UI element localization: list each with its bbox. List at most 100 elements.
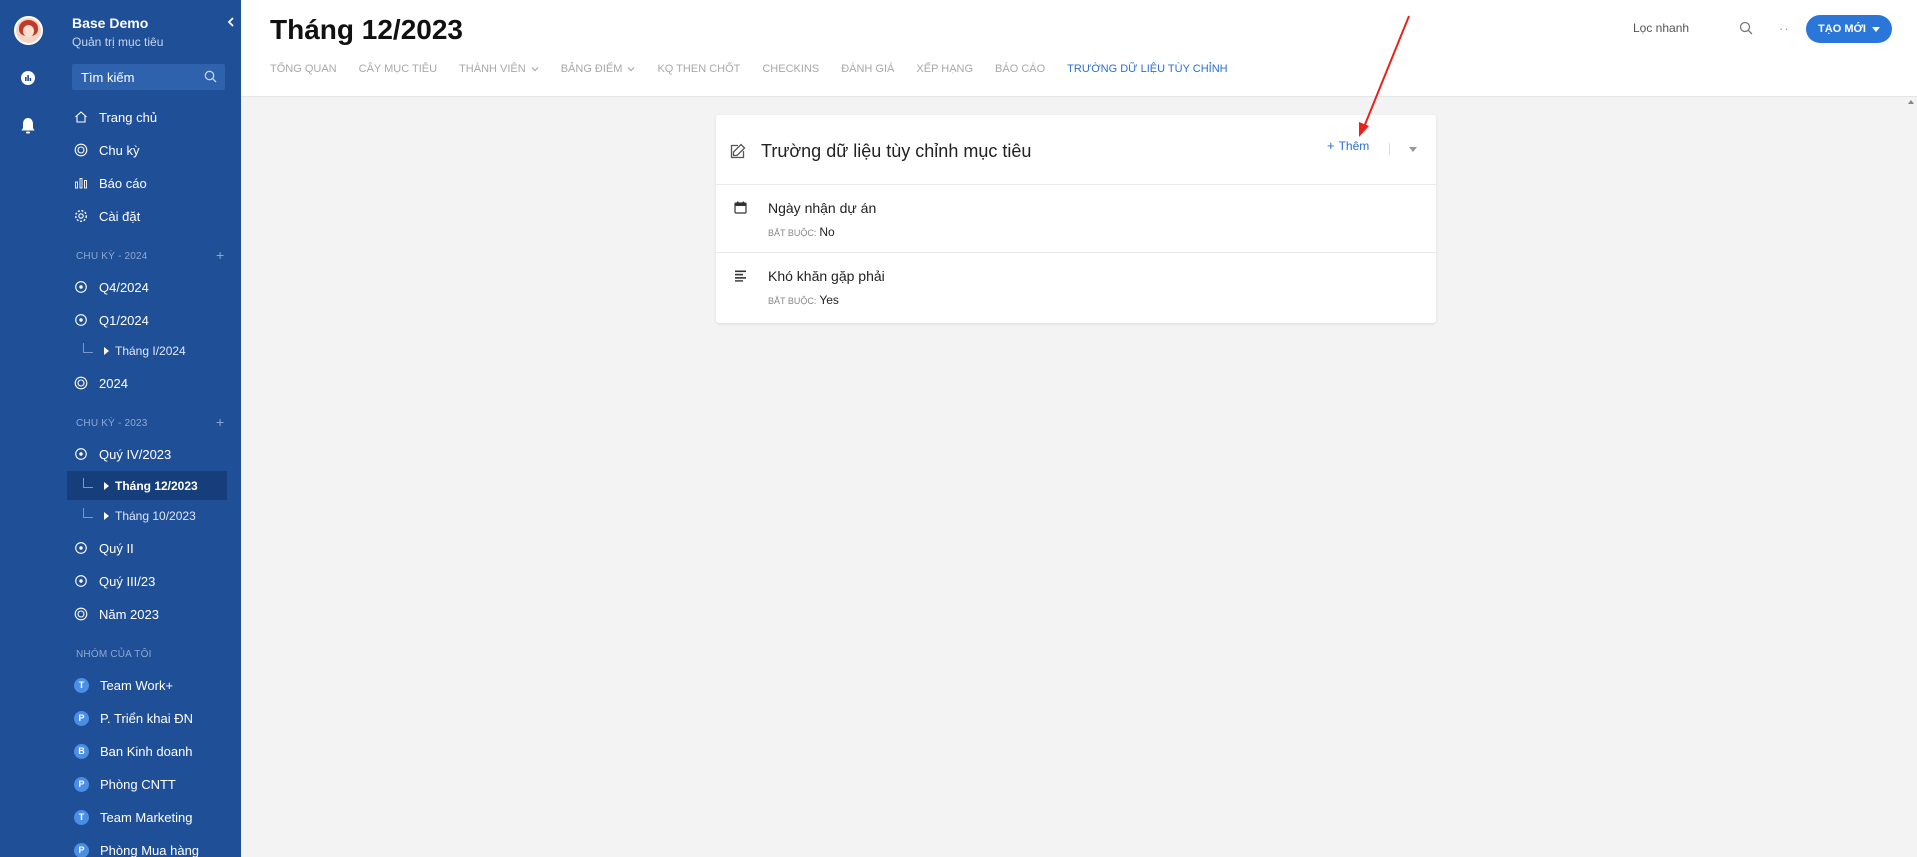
tab-xep-hang[interactable]: XẾP HẠNG	[916, 63, 973, 75]
gear-icon	[74, 209, 88, 223]
sidebar-search	[72, 64, 225, 90]
sidebar-item-cycles[interactable]: Chu kỳ	[67, 136, 227, 164]
field-required: BẮT BUỘC: Yes	[768, 293, 839, 307]
sidebar-item-q4-2024[interactable]: Q4/2024	[67, 273, 227, 301]
sidebar-item-settings[interactable]: Cài đặt	[67, 202, 227, 230]
sidebar-item-label: Quý IV/2023	[99, 446, 172, 462]
sidebar-item-label: Team Marketing	[100, 809, 193, 825]
sidebar-search-input[interactable]	[72, 64, 197, 90]
tab-bang-diem[interactable]: BẢNG ĐIỂM	[561, 63, 636, 75]
sidebar-item-quy-iii-23[interactable]: Quý III/23	[67, 567, 227, 595]
tab-checkins[interactable]: CHECKINS	[762, 63, 819, 75]
sidebar-item-label: Tháng 12/2023	[115, 478, 198, 493]
caret-down-icon	[1871, 26, 1880, 32]
chevron-down-icon	[627, 63, 635, 75]
target-icon	[74, 607, 88, 621]
expand-arrow-icon[interactable]	[104, 481, 109, 490]
sidebar-item-label: Cài đặt	[99, 208, 141, 224]
sidebar-group-kinh-doanh[interactable]: B Ban Kinh doanh	[67, 737, 227, 765]
edit-icon	[729, 142, 747, 165]
collapse-sidebar-icon[interactable]	[227, 17, 235, 30]
scroll-up-icon[interactable]	[1908, 100, 1914, 104]
bar-chart-icon	[74, 176, 88, 190]
tab-truong-du-lieu[interactable]: TRƯỜNG DỮ LIỆU TÙY CHỈNH	[1067, 63, 1227, 75]
bell-icon[interactable]	[18, 116, 38, 136]
page-header: Tháng 12/2023 TỔNG QUAN CÂY MỤC TIÊU THÀ…	[241, 0, 1917, 97]
plus-icon: +	[1327, 138, 1335, 153]
section-heading-2024: CHU KỲ - 2024	[76, 251, 148, 262]
sidebar-item-quy-ii[interactable]: Quý II	[67, 534, 227, 562]
section-heading-groups: NHÓM CỦA TÔI	[76, 649, 152, 660]
sidebar-item-label: Năm 2023	[99, 606, 159, 622]
sidebar-item-2024[interactable]: 2024	[67, 369, 227, 397]
field-row[interactable]: Ngày nhận dự án BẮT BUỘC: No	[716, 185, 1436, 253]
sidebar-item-label: Phòng Mua hàng	[100, 842, 200, 857]
target-dot-icon	[74, 280, 88, 294]
tab-bao-cao[interactable]: BÁO CÁO	[995, 63, 1045, 75]
target-icon	[74, 376, 88, 390]
sidebar-item-label: Tháng 10/2023	[115, 508, 196, 523]
sidebar-group-mua-hang[interactable]: P Phòng Mua hàng	[67, 836, 227, 857]
sidebar-item-label: Phòng CNTT	[100, 776, 176, 792]
tab-kq-then-chot[interactable]: KQ THEN CHỐT	[657, 63, 740, 75]
quick-filter-link[interactable]: Lọc nhanh	[1633, 21, 1689, 35]
tab-label: THÀNH VIÊN	[459, 63, 526, 75]
sidebar-group-team-work[interactable]: T Team Work+	[67, 671, 227, 699]
tab-tong-quan[interactable]: TỔNG QUAN	[270, 63, 337, 75]
sidebar-item-reports[interactable]: Báo cáo	[67, 169, 227, 197]
group-avatar: P	[74, 710, 89, 726]
sidebar-subitem-thang-12-2023[interactable]: Tháng 12/2023	[67, 471, 227, 500]
tab-cay-muc-tieu[interactable]: CÂY MỤC TIÊU	[359, 63, 437, 75]
required-label: BẮT BUỘC:	[768, 228, 817, 238]
text-lines-icon	[734, 269, 747, 287]
required-value: Yes	[819, 293, 839, 307]
sidebar-item-label: Báo cáo	[99, 175, 147, 191]
target-dot-icon	[74, 313, 88, 327]
tab-danh-gia[interactable]: ĐÁNH GIÁ	[841, 63, 894, 75]
sidebar-item-quy-iv-2023[interactable]: Quý IV/2023	[67, 440, 227, 468]
tab-thanh-vien[interactable]: THÀNH VIÊN	[459, 63, 539, 75]
target-dot-icon	[74, 447, 88, 461]
add-field-button[interactable]: + Thêm	[1327, 138, 1369, 153]
search-icon[interactable]	[1739, 21, 1753, 40]
add-cycle-2024-icon[interactable]: +	[216, 247, 224, 263]
caret-down-icon[interactable]	[1409, 147, 1417, 152]
sidebar-item-q1-2024[interactable]: Q1/2024	[67, 306, 227, 334]
sidebar-group-trien-khai[interactable]: P P. Triển khai ĐN	[67, 704, 227, 732]
brand-subtitle: Quản trị mục tiêu	[72, 35, 164, 49]
sidebar-group-cntt[interactable]: P Phòng CNTT	[67, 770, 227, 798]
sidebar-item-label: P. Triển khai ĐN	[100, 710, 193, 726]
add-field-label: Thêm	[1338, 138, 1370, 153]
sidebar-subitem-thang-1-2024[interactable]: Tháng I/2024	[67, 336, 227, 365]
card-header: Trường dữ liệu tùy chỉnh mục tiêu + Thêm	[716, 115, 1436, 185]
search-icon[interactable]	[204, 70, 217, 88]
dashboard-icon[interactable]	[18, 68, 38, 88]
create-new-button[interactable]: TẠO MỚI	[1806, 15, 1892, 43]
expand-arrow-icon[interactable]	[104, 346, 109, 355]
user-avatar[interactable]	[14, 16, 43, 45]
more-options-icon[interactable]: ··	[1779, 21, 1790, 36]
required-label: BẮT BUỘC:	[768, 296, 817, 306]
tab-bar: TỔNG QUAN CÂY MỤC TIÊU THÀNH VIÊN BẢNG Đ…	[270, 63, 1250, 75]
sidebar-group-marketing[interactable]: T Team Marketing	[67, 803, 227, 831]
expand-arrow-icon[interactable]	[104, 511, 109, 520]
field-row[interactable]: Khó khăn gặp phải BẮT BUỘC: Yes	[716, 253, 1436, 321]
field-required: BẮT BUỘC: No	[768, 225, 835, 239]
sidebar-item-label: 2024	[99, 375, 128, 391]
sidebar-subitem-thang-10-2023[interactable]: Tháng 10/2023	[67, 501, 227, 530]
custom-fields-card: Trường dữ liệu tùy chỉnh mục tiêu + Thêm…	[716, 115, 1436, 323]
sidebar-item-home[interactable]: Trang chủ	[67, 103, 227, 131]
annotation-arrow	[1359, 15, 1410, 137]
chevron-down-icon	[531, 63, 539, 75]
target-icon	[74, 143, 88, 157]
add-cycle-2023-icon[interactable]: +	[216, 414, 224, 430]
group-avatar: B	[74, 743, 89, 759]
sidebar-item-nam-2023[interactable]: Năm 2023	[67, 600, 227, 628]
sidebar: Base Demo Quản trị mục tiêu Trang chủ Ch…	[57, 0, 241, 857]
sidebar-item-label: Ban Kinh doanh	[100, 743, 193, 759]
home-icon	[74, 110, 88, 124]
tab-label: BẢNG ĐIỂM	[560, 63, 623, 75]
icon-rail	[0, 0, 57, 857]
section-heading-2023: CHU KỲ - 2023	[76, 418, 148, 429]
sidebar-item-label: Q1/2024	[99, 312, 149, 328]
